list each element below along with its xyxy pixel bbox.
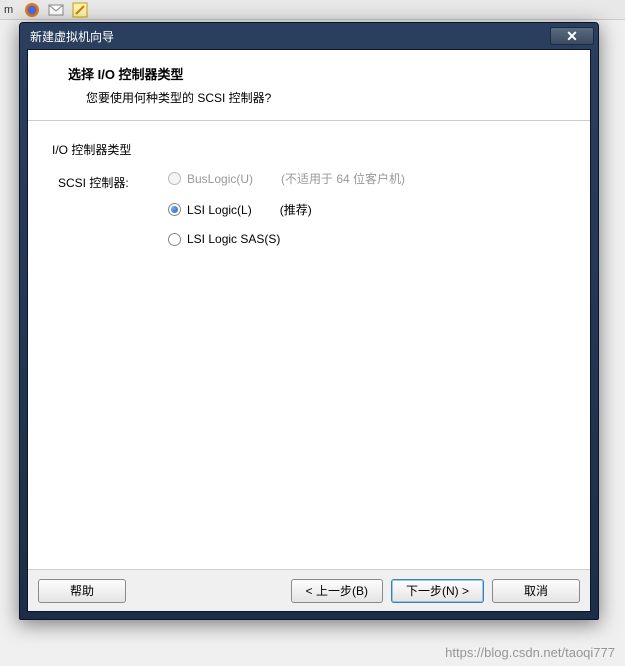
- page-title: 选择 I/O 控制器类型: [68, 64, 570, 83]
- dialog-titlebar: 新建虚拟机向导 ✕: [20, 23, 598, 49]
- desktop-top-bar: m: [0, 0, 625, 20]
- close-button[interactable]: ✕: [550, 27, 594, 45]
- radio-option-buslogic: BusLogic(U) (不适用于 64 位客户机): [168, 170, 405, 187]
- radio-option-lsi-logic[interactable]: LSI Logic(L) (推荐): [168, 201, 405, 218]
- watermark-text: https://blog.csdn.net/taoqi777: [445, 645, 615, 660]
- radio-icon: [168, 203, 181, 216]
- radio-option-lsi-logic-sas[interactable]: LSI Logic SAS(S): [168, 232, 405, 246]
- dialog-content: I/O 控制器类型 SCSI 控制器: BusLogic(U) (不适用于 64…: [28, 121, 590, 569]
- firefox-icon[interactable]: [23, 1, 41, 19]
- radio-note: (推荐): [280, 201, 312, 218]
- note-icon[interactable]: [71, 1, 89, 19]
- page-subtitle: 您要使用何种类型的 SCSI 控制器?: [68, 89, 570, 106]
- new-vm-wizard-dialog: 新建虚拟机向导 ✕ 选择 I/O 控制器类型 您要使用何种类型的 SCSI 控制…: [19, 22, 599, 620]
- dialog-button-bar: 帮助 < 上一步(B) 下一步(N) > 取消: [28, 569, 590, 611]
- mail-icon[interactable]: [47, 1, 65, 19]
- back-button[interactable]: < 上一步(B): [291, 579, 383, 603]
- radio-icon: [168, 172, 181, 185]
- window-tab-fragment: m: [4, 4, 13, 16]
- dialog-title: 新建虚拟机向导: [30, 28, 114, 45]
- radio-note: (不适用于 64 位客户机): [281, 170, 405, 187]
- help-button[interactable]: 帮助: [38, 579, 126, 603]
- tray-icons: [23, 1, 89, 19]
- radio-label: BusLogic(U): [187, 172, 253, 186]
- next-button[interactable]: 下一步(N) >: [391, 579, 484, 603]
- radio-label: LSI Logic(L): [187, 203, 252, 217]
- close-icon: ✕: [566, 28, 578, 45]
- io-controller-type-label: I/O 控制器类型: [52, 141, 566, 158]
- dialog-body: 选择 I/O 控制器类型 您要使用何种类型的 SCSI 控制器? I/O 控制器…: [27, 49, 591, 612]
- scsi-radio-group: BusLogic(U) (不适用于 64 位客户机) LSI Logic(L) …: [168, 170, 405, 246]
- scsi-controller-label: SCSI 控制器:: [58, 170, 148, 191]
- cancel-button[interactable]: 取消: [492, 579, 580, 603]
- dialog-header-section: 选择 I/O 控制器类型 您要使用何种类型的 SCSI 控制器?: [28, 50, 590, 121]
- radio-icon: [168, 233, 181, 246]
- radio-label: LSI Logic SAS(S): [187, 232, 280, 246]
- controller-row: SCSI 控制器: BusLogic(U) (不适用于 64 位客户机) LSI…: [52, 170, 566, 246]
